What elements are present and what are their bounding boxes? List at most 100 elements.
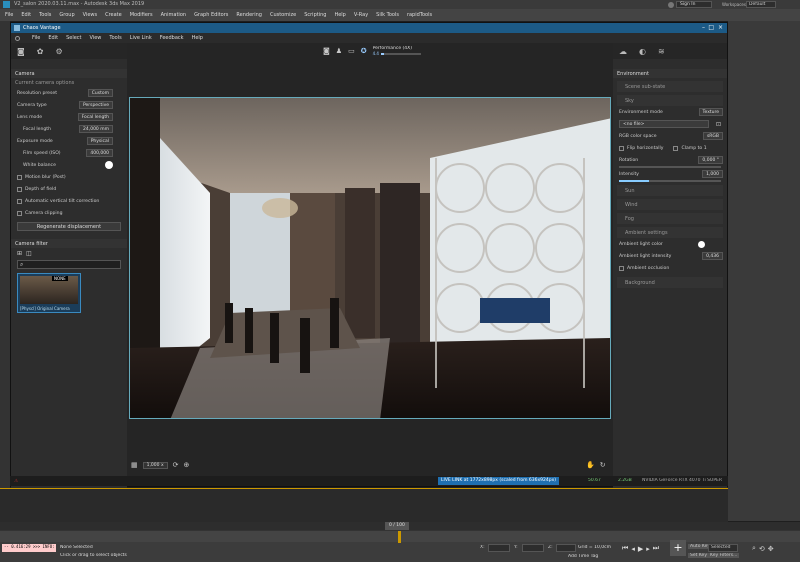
env-mode-select[interactable]: Texture [698, 108, 723, 116]
camera-options-icon[interactable]: ◫ [26, 250, 32, 257]
prev-frame-icon[interactable]: ◂ [631, 545, 635, 553]
walk-icon[interactable]: ♟ [336, 47, 342, 55]
ambient-color-swatch[interactable] [698, 240, 705, 248]
vmenu-select[interactable]: Select [66, 35, 81, 41]
close-icon[interactable]: × [718, 24, 723, 31]
x-coord-input[interactable] [488, 544, 510, 552]
y-coord-input[interactable] [522, 544, 544, 552]
resolution-preset-select[interactable]: Custom [87, 89, 113, 97]
rotation-input[interactable]: 0,000 ° [698, 156, 723, 164]
check-motion-blur[interactable]: Motion blur (Post) [11, 171, 127, 183]
intensity-input[interactable]: 1,000 [702, 170, 723, 178]
menu-tools[interactable]: Tools [39, 12, 51, 18]
sun-section[interactable]: Sun [617, 185, 723, 196]
intensity-slider[interactable] [619, 180, 721, 182]
scene-tab-icon[interactable]: ☁ [619, 47, 627, 56]
background-section[interactable]: Background [617, 277, 723, 288]
display-icon[interactable]: ▭ [348, 47, 355, 55]
menu-scripting[interactable]: Scripting [304, 12, 326, 18]
orbit-icon[interactable]: ⟲ [759, 545, 765, 553]
menu-silk-tools[interactable]: Silk Tools [376, 12, 399, 18]
error-icon[interactable]: ⚠ [14, 479, 18, 484]
performance-icon[interactable]: ✪ [361, 47, 367, 55]
menu-graph-editors[interactable]: Graph Editors [194, 12, 228, 18]
key-filters-button[interactable]: Key Filters... [708, 553, 740, 558]
vantage-home-icon[interactable] [15, 35, 20, 41]
check-camera-clipping[interactable]: Camera clipping [11, 207, 127, 219]
vmenu-file[interactable]: File [32, 35, 40, 41]
add-icon[interactable]: ⊕ [183, 461, 189, 469]
lock-icon[interactable]: ⊡ [716, 121, 721, 128]
menu-animation[interactable]: Animation [161, 12, 187, 18]
settings-tab-icon[interactable]: ⚙ [55, 47, 62, 56]
hand-icon[interactable]: ✋ [586, 461, 595, 469]
lighting-tab-icon[interactable]: ◐ [639, 47, 646, 56]
adjust-tab-icon[interactable]: ≋ [658, 47, 665, 56]
focal-length-input[interactable]: 24,000 mm [79, 125, 113, 133]
screenshot-icon[interactable]: ◙ [323, 47, 330, 55]
wind-section[interactable]: Wind [617, 199, 723, 210]
next-frame-icon[interactable]: ▸ [646, 545, 650, 553]
loop-icon[interactable]: ⟳ [173, 461, 179, 469]
performance-slider[interactable] [380, 52, 421, 55]
vmenu-feedback[interactable]: Feedback [160, 35, 184, 41]
workspace-select[interactable]: Default [746, 1, 776, 8]
ambient-section[interactable]: Ambient settings [617, 227, 723, 238]
camera-tab-icon[interactable]: ◙ [17, 47, 25, 56]
menu-vray[interactable]: V-Ray [354, 12, 368, 18]
z-coord-input[interactable] [556, 544, 576, 552]
lens-mode-select[interactable]: Focal length [77, 113, 113, 121]
film-speed-input[interactable]: 400,000 [86, 149, 113, 157]
minimize-icon[interactable]: – [702, 24, 705, 31]
zoom-select[interactable]: 1,000 x [142, 461, 168, 469]
vmenu-help[interactable]: Help [192, 35, 203, 41]
maximize-icon[interactable]: □ [708, 24, 714, 31]
performance-group[interactable]: Performance (4X) 4.4 [373, 46, 421, 56]
checkbox-icon[interactable] [673, 145, 679, 151]
max-viewport[interactable] [0, 488, 728, 522]
check-ambient-occlusion[interactable]: Ambient occlusion [613, 262, 727, 274]
refresh-icon[interactable]: ↻ [600, 461, 606, 469]
vmenu-edit[interactable]: Edit [48, 35, 58, 41]
check-depth-of-field[interactable]: Depth of field [11, 183, 127, 195]
env-file-input[interactable]: <no file> [619, 120, 709, 128]
play-icon[interactable]: ▶ [638, 545, 643, 553]
white-balance-swatch[interactable] [105, 161, 113, 169]
maxscript-listener[interactable]: -- 0.416:29 >>> INFO: [2, 544, 56, 552]
menu-edit[interactable]: Edit [21, 12, 31, 18]
checkbox-icon[interactable] [619, 145, 624, 151]
time-slider[interactable]: 0 / 100 [0, 522, 800, 530]
menu-file[interactable]: File [5, 12, 13, 18]
menu-help[interactable]: Help [334, 12, 345, 18]
add-camera-icon[interactable]: ⊞ [17, 250, 22, 257]
menu-rendering[interactable]: Rendering [236, 12, 262, 18]
go-to-end-icon[interactable]: ⏭ [653, 544, 659, 553]
vmenu-tools[interactable]: Tools [109, 35, 121, 41]
menu-create[interactable]: Create [105, 12, 122, 18]
vmenu-view[interactable]: View [90, 35, 102, 41]
set-key-icon[interactable]: + [670, 540, 686, 556]
ambient-intensity-input[interactable]: 0,436 [702, 252, 723, 260]
camera-search-input[interactable]: ⌕ ⊽ [17, 260, 138, 269]
current-camera-options[interactable]: Current camera options [11, 78, 127, 87]
menu-customize[interactable]: Customize [270, 12, 296, 18]
menu-rapidtools[interactable]: rapidTools [407, 12, 432, 18]
menu-views[interactable]: Views [83, 12, 97, 18]
zoom-icon[interactable]: ⌕ [752, 544, 756, 553]
camera-type-select[interactable]: Perspective [78, 101, 113, 109]
camera-thumbnail[interactable]: NONE [Physcl] Original Camera [17, 273, 81, 313]
menu-modifiers[interactable]: Modifiers [130, 12, 153, 18]
go-to-start-icon[interactable]: ⏮ [622, 544, 628, 553]
film-icon[interactable]: ▦ [131, 461, 138, 469]
vmenu-live-link[interactable]: Live Link [130, 35, 152, 41]
add-time-tag-button[interactable]: Add Time Tag [568, 554, 598, 559]
sky-section[interactable]: Sky [617, 95, 723, 106]
fog-section[interactable]: Fog [617, 213, 723, 224]
exposure-mode-select[interactable]: Physical [86, 137, 113, 145]
render-viewport[interactable] [129, 97, 611, 419]
selected-select[interactable]: Selected [708, 544, 738, 552]
check-vertical-tilt[interactable]: Automatic vertical tilt correction [11, 195, 127, 207]
sign-in-dropdown[interactable]: Sign In [676, 1, 712, 8]
regenerate-displacement-button[interactable]: Regenerate displacement [17, 222, 121, 231]
set-key-button[interactable]: Set Key [688, 553, 709, 558]
